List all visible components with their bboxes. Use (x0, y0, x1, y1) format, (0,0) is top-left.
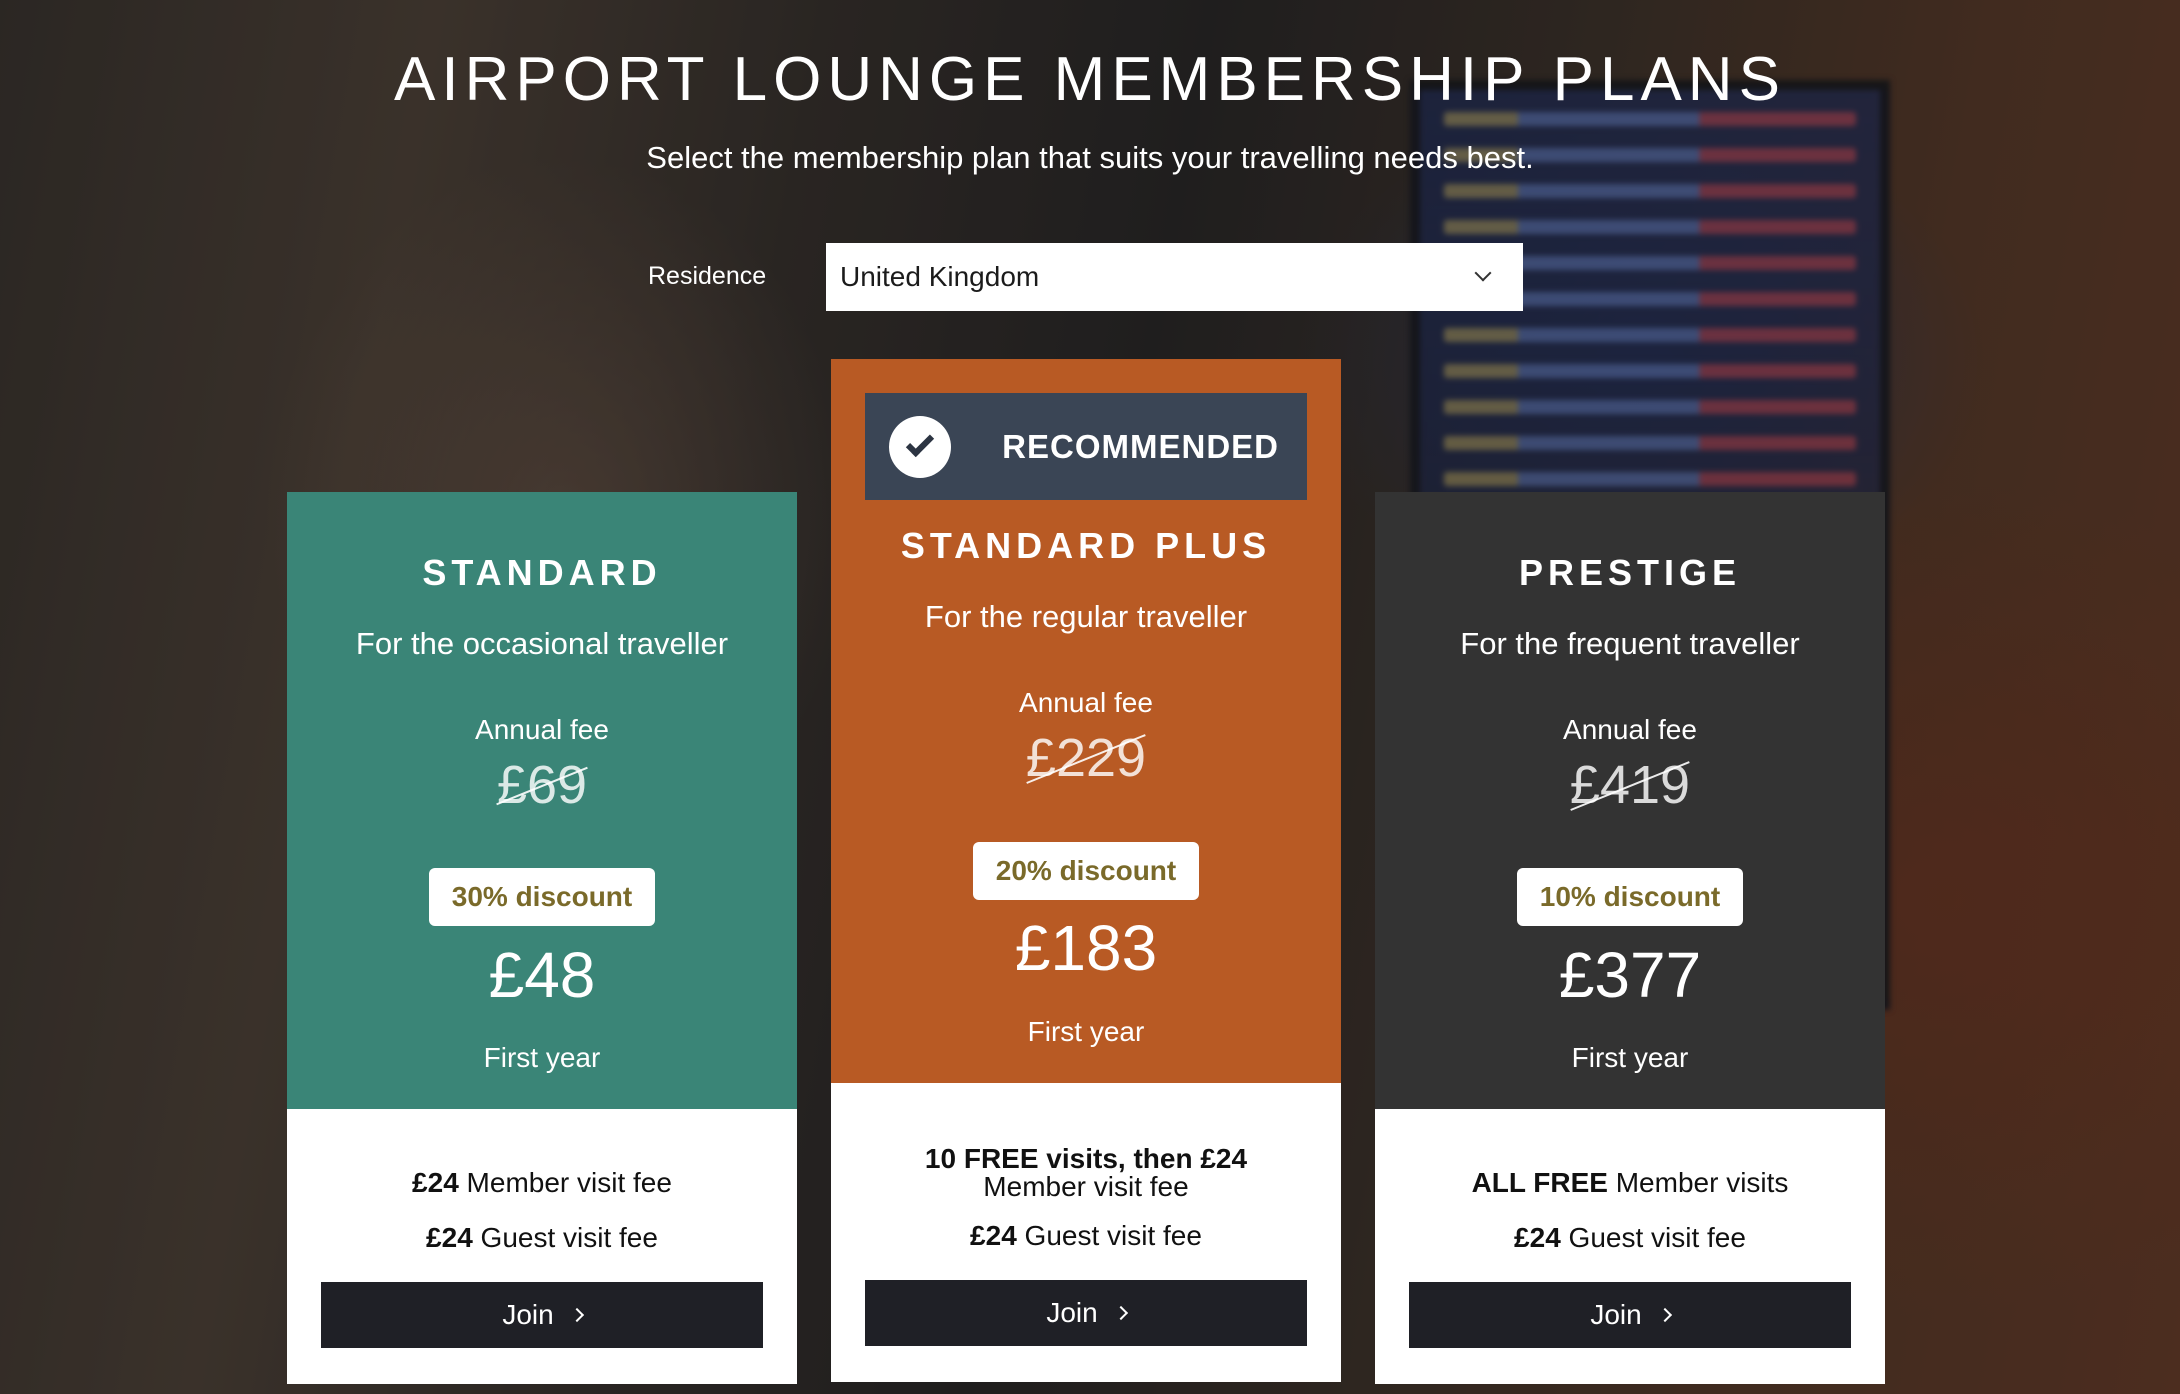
chevron-down-icon (1474, 264, 1492, 282)
plan-card-details: 10 FREE visits, then £24 Member visit fe… (831, 1083, 1341, 1382)
price-note: First year (1571, 1042, 1689, 1073)
price-note: First year (1027, 1016, 1145, 1047)
plan-card-header: RECOMMENDED STANDARD PLUS For the regula… (831, 359, 1341, 1083)
plan-card-details: £24 Member visit fee £24 Guest visit fee… (287, 1109, 797, 1384)
plan-card-details: ALL FREE Member visits £24 Guest visit f… (1375, 1109, 1885, 1384)
guest-visit-fee: £24 Guest visit fee (970, 1220, 1202, 1251)
member-visit-fee: 10 FREE visits, then £24 Member visit fe… (924, 1143, 1248, 1202)
guest-visit-fee: £24 Guest visit fee (426, 1222, 658, 1253)
chevron-right-icon (569, 1307, 584, 1323)
discount-badge: 20% discount (973, 842, 1199, 900)
plan-name: STANDARD PLUS (900, 525, 1272, 566)
member-visit-fee: £24 Member visit fee (412, 1167, 672, 1198)
join-button-standard[interactable]: Join (321, 1282, 763, 1348)
chevron-right-icon (1657, 1307, 1672, 1323)
original-price: £69 (496, 754, 588, 816)
original-price: £229 (1026, 727, 1146, 789)
join-button-standard-plus[interactable]: Join (865, 1280, 1307, 1346)
discounted-price: £377 (1558, 939, 1702, 1011)
original-price: £419 (1570, 754, 1690, 816)
price-note: First year (483, 1042, 601, 1073)
plan-card-prestige: PRESTIGE For the frequent traveller Annu… (1375, 492, 1885, 1384)
join-label: Join (1590, 1299, 1642, 1330)
plan-tagline: For the regular traveller (924, 599, 1248, 634)
page-content: AIRPORT LOUNGE MEMBERSHIP PLANS Select t… (0, 0, 2180, 1394)
guest-visit-fee: £24 Guest visit fee (1514, 1222, 1746, 1253)
join-label: Join (1046, 1297, 1098, 1328)
plan-tagline: For the occasional traveller (355, 626, 729, 661)
annual-fee-label: Annual fee (1563, 714, 1697, 745)
plan-card-standard: STANDARD For the occasional traveller An… (287, 492, 797, 1384)
annual-fee-label: Annual fee (475, 714, 609, 745)
join-button-prestige[interactable]: Join (1409, 1282, 1851, 1348)
residence-label: Residence (648, 262, 767, 290)
residence-select-value: United Kingdom (840, 261, 1040, 292)
discounted-price: £183 (1014, 912, 1158, 984)
discount-badge: 30% discount (429, 868, 655, 926)
plan-card-standard-plus: RECOMMENDED STANDARD PLUS For the regula… (831, 359, 1341, 1382)
residence-select[interactable]: United Kingdom (826, 243, 1523, 311)
recommended-banner: RECOMMENDED (865, 393, 1307, 500)
member-visit-fee: ALL FREE Member visits (1471, 1167, 1789, 1198)
chevron-right-icon (1113, 1305, 1128, 1321)
join-label: Join (502, 1299, 554, 1330)
page-subtitle: Select the membership plan that suits yo… (646, 140, 1534, 175)
annual-fee-label: Annual fee (1019, 687, 1153, 718)
plan-tagline: For the frequent traveller (1460, 626, 1800, 661)
plan-name: STANDARD (422, 552, 662, 593)
recommended-label: RECOMMENDED (1002, 427, 1279, 465)
discount-badge: 10% discount (1517, 868, 1743, 926)
page-title: AIRPORT LOUNGE MEMBERSHIP PLANS (394, 45, 1786, 114)
discounted-price: £48 (488, 939, 596, 1011)
plan-name: PRESTIGE (1518, 552, 1742, 593)
check-circle-icon (889, 415, 951, 478)
plan-card-header: STANDARD For the occasional traveller An… (287, 492, 797, 1109)
plan-card-header: PRESTIGE For the frequent traveller Annu… (1375, 492, 1885, 1109)
